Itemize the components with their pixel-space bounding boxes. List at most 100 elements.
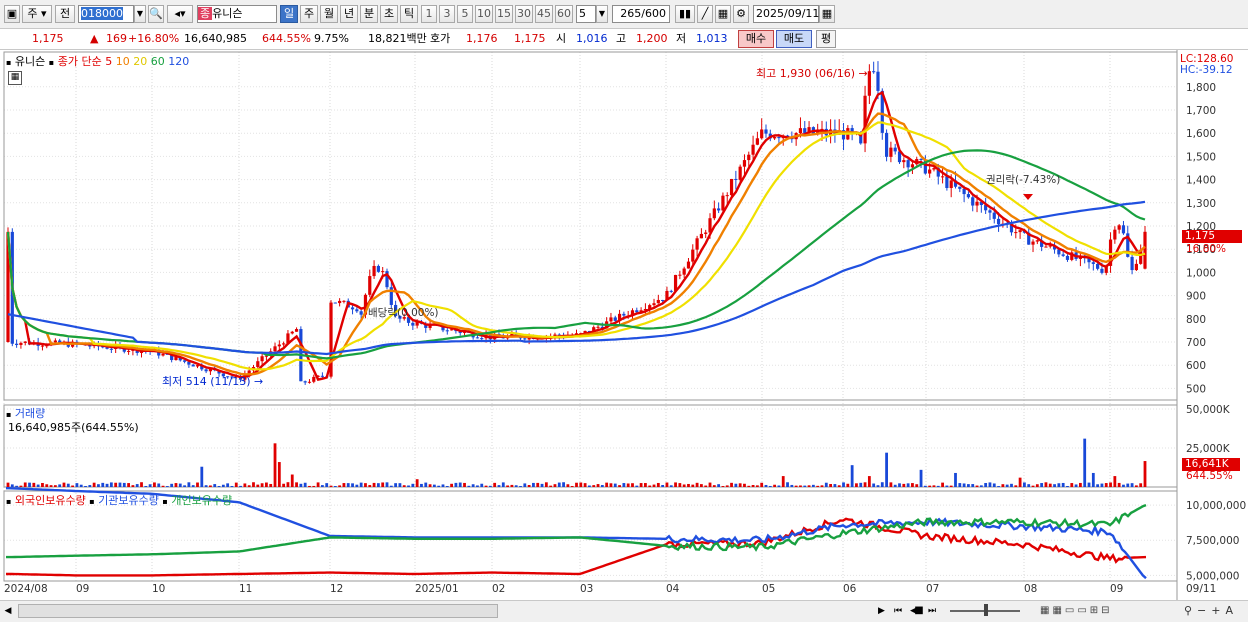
- prev-button[interactable]: 전: [55, 5, 75, 23]
- candle-body: [988, 210, 992, 213]
- stock-chart[interactable]: 1,8001,7001,6001,5001,4001,3001,2001,100…: [0, 50, 1248, 601]
- table-toggle-icon[interactable]: ▦: [8, 71, 22, 85]
- period-second-tab[interactable]: 초: [380, 5, 398, 23]
- sell-button[interactable]: 매도: [776, 30, 812, 48]
- period-year-tab[interactable]: 년: [340, 5, 358, 23]
- candle-body: [1143, 231, 1147, 269]
- volume-bar: [1074, 484, 1078, 487]
- volume-bar: [768, 485, 772, 487]
- candle-body: [1096, 263, 1100, 269]
- settings-icon[interactable]: ⚙: [733, 5, 749, 23]
- volume-bar: [445, 486, 449, 487]
- interval-45-button[interactable]: 45: [535, 5, 553, 23]
- candle-body: [596, 326, 600, 328]
- price-tick-label: 500: [1186, 383, 1206, 395]
- rewind-icon[interactable]: ⏮: [894, 604, 908, 618]
- volume-bar: [725, 485, 729, 487]
- legend-ma120: 120: [168, 55, 190, 68]
- scroll-thumb[interactable]: [18, 604, 498, 618]
- candle-body: [975, 201, 979, 206]
- volume-bar: [389, 485, 393, 487]
- candle-body: [1117, 225, 1121, 230]
- date-input[interactable]: 2025/09/11: [753, 5, 819, 23]
- zoom-control-icon[interactable]: ⚲−+A: [1184, 604, 1244, 618]
- stock-code-input[interactable]: 018000: [78, 5, 134, 23]
- candle-body: [191, 364, 195, 367]
- period-month-tab[interactable]: 월: [320, 5, 338, 23]
- candle-body: [996, 218, 1001, 225]
- volume-bar: [557, 482, 561, 487]
- interval-60-button[interactable]: 60: [555, 5, 573, 23]
- interval-input[interactable]: 5: [576, 5, 596, 23]
- scroll-left-icon[interactable]: ◀: [2, 604, 14, 618]
- volume-bar: [277, 462, 281, 487]
- count-field[interactable]: 265/600: [612, 5, 670, 23]
- date-label: 2025/01: [415, 583, 459, 595]
- view-tools-icon[interactable]: ▦▦▭▭⊞⊟: [1040, 604, 1180, 618]
- high-annotation: 최고 1,930 (06/16) →: [756, 65, 868, 81]
- period-tick-tab[interactable]: 틱: [400, 5, 418, 23]
- volume-bar: [1057, 483, 1061, 487]
- volume-bar: [902, 483, 906, 487]
- stock-name-field[interactable]: 종 유니슨: [197, 5, 277, 23]
- candle-body: [867, 71, 871, 96]
- volume-bar: [1048, 483, 1052, 487]
- window-menu-icon[interactable]: ▣: [4, 5, 20, 23]
- volume-bar: [127, 483, 130, 487]
- volume-bar: [23, 482, 27, 487]
- candle-body: [940, 176, 945, 178]
- code-dropdown-icon[interactable]: ▼: [134, 5, 146, 23]
- volume-bar: [923, 485, 927, 487]
- volume-bar: [1143, 461, 1147, 487]
- interval-5-button[interactable]: 5: [457, 5, 473, 23]
- volume-tick-label: 25,000K: [1186, 443, 1231, 455]
- search-icon[interactable]: 🔍: [148, 5, 164, 23]
- volume-bar: [988, 482, 992, 487]
- volume-bar: [760, 482, 764, 487]
- volume-bar: [867, 476, 871, 487]
- volume-bar: [109, 482, 113, 487]
- period-minute-tab[interactable]: 분: [360, 5, 378, 23]
- volume-bar: [105, 483, 109, 487]
- candle-type-icon[interactable]: ▮▮: [675, 5, 695, 23]
- candle-body: [717, 208, 721, 211]
- calendar-icon[interactable]: ▦: [819, 5, 835, 23]
- volume-bar: [295, 482, 298, 487]
- interval-30-button[interactable]: 30: [515, 5, 533, 23]
- buy-button[interactable]: 매수: [738, 30, 774, 48]
- market-type-select[interactable]: 주 ▾: [22, 5, 52, 23]
- volume-bar: [1113, 476, 1117, 487]
- candle-body: [480, 338, 484, 340]
- interval-1-button[interactable]: 1: [421, 5, 437, 23]
- legend-foreign: 외국인보유수량: [14, 494, 86, 507]
- speaker-icon[interactable]: ◂▾: [167, 5, 193, 23]
- stop-icon[interactable]: ■: [912, 604, 926, 618]
- fast-forward-icon[interactable]: ⏭: [928, 604, 942, 618]
- legend-marker-icon: ▪: [89, 497, 95, 506]
- price-tick-label: 600: [1186, 360, 1206, 372]
- save-icon[interactable]: ▦: [715, 5, 731, 23]
- candle-body: [260, 356, 264, 362]
- volume-bar: [842, 482, 845, 487]
- interval-dropdown-icon[interactable]: ▼: [596, 5, 608, 23]
- draw-tool-icon[interactable]: ╱: [697, 5, 713, 23]
- period-day-tab[interactable]: 일: [280, 5, 298, 23]
- candle-body: [661, 299, 665, 301]
- average-button[interactable]: 평: [816, 30, 836, 48]
- interval-3-button[interactable]: 3: [439, 5, 455, 23]
- volume-bar: [265, 482, 268, 487]
- volume-bar: [1087, 482, 1091, 487]
- volume-bar: [368, 485, 372, 487]
- period-week-tab[interactable]: 주: [300, 5, 318, 23]
- volume-bar: [394, 483, 398, 487]
- volume-bar: [898, 483, 901, 487]
- scroll-right-icon[interactable]: ▶: [878, 604, 890, 618]
- interval-10-button[interactable]: 10: [475, 5, 493, 23]
- legend-marker-icon: ▪: [6, 497, 12, 506]
- volume-bar: [544, 482, 548, 487]
- holding-tick-label: 10,000,000: [1186, 500, 1246, 512]
- zoom-slider-handle[interactable]: [984, 604, 988, 616]
- interval-15-button[interactable]: 15: [495, 5, 513, 23]
- stock-tag-badge: 종: [198, 7, 213, 20]
- volume-bar: [523, 483, 527, 487]
